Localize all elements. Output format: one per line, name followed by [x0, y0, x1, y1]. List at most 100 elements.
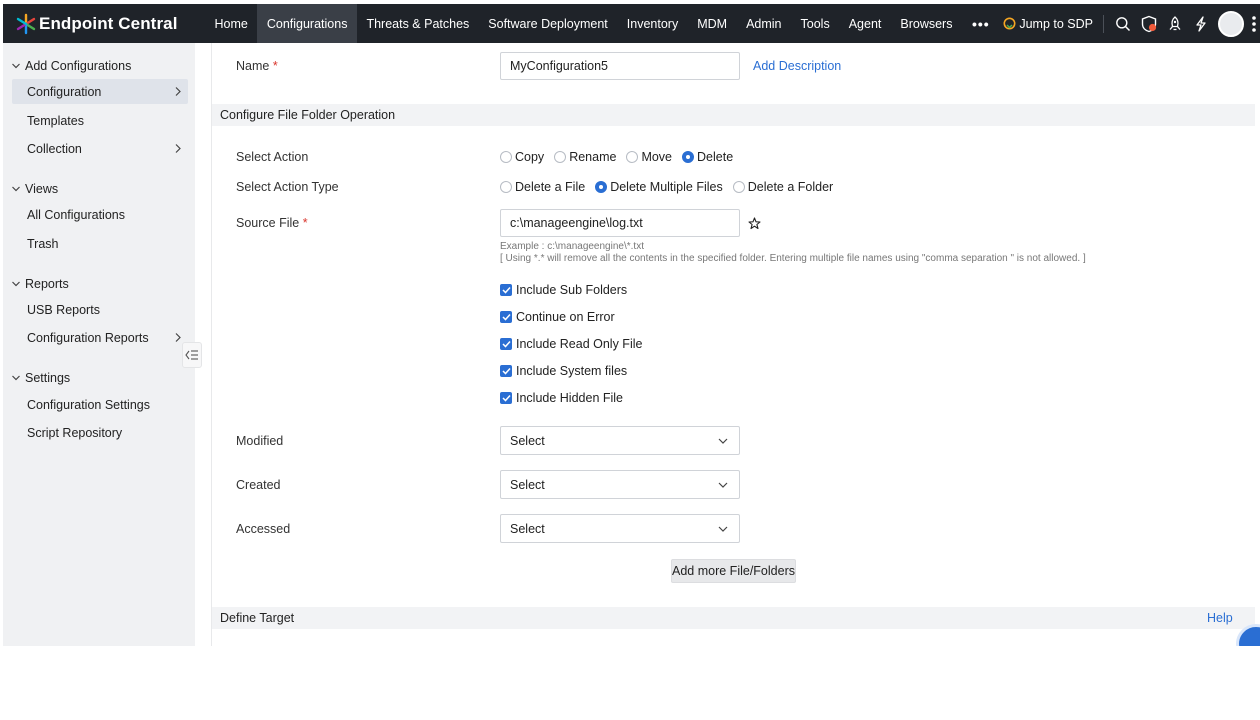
- chevron-down-icon: [12, 281, 20, 287]
- sidebar-section-add-configurations[interactable]: Add Configurations: [3, 59, 131, 73]
- nav-browsers[interactable]: Browsers: [891, 4, 962, 43]
- avatar[interactable]: [1218, 10, 1244, 37]
- sidebar-section-reports[interactable]: Reports: [3, 277, 69, 291]
- nav-agent[interactable]: Agent: [839, 4, 891, 43]
- radio-delete-multiple-files[interactable]: Delete Multiple Files: [595, 180, 723, 194]
- modified-select[interactable]: Select: [500, 426, 740, 455]
- radio-label: Delete: [697, 150, 734, 164]
- radio-delete-a-folder[interactable]: Delete a Folder: [732, 180, 834, 194]
- brand[interactable]: Endpoint Central: [3, 4, 203, 43]
- rocket-icon[interactable]: [1162, 4, 1188, 43]
- nav-home[interactable]: Home: [205, 4, 257, 43]
- configuration-name-input[interactable]: MyConfiguration5: [500, 52, 740, 80]
- sidebar-item-collection[interactable]: Collection: [12, 136, 188, 161]
- sidebar-item-configuration[interactable]: Configuration: [12, 79, 188, 104]
- radio-copy[interactable]: Copy: [500, 150, 544, 164]
- radio-label: Move: [641, 150, 673, 164]
- checkbox-continue-on-error[interactable]: Continue on Error: [500, 310, 615, 324]
- accessed-select[interactable]: Select: [500, 514, 740, 543]
- chevron-right-icon: [175, 87, 181, 96]
- star-icon[interactable]: [748, 217, 761, 230]
- chevron-down-icon: [12, 375, 20, 381]
- sidebar-item-all-configurations[interactable]: All Configurations: [12, 202, 188, 227]
- nav-threats-patches[interactable]: Threats & Patches: [357, 4, 479, 43]
- checkbox-checked-icon: [500, 284, 512, 296]
- sidebar-item-label: Trash: [27, 236, 59, 251]
- radio-delete[interactable]: Delete: [682, 150, 733, 164]
- sidebar-item-configuration-reports[interactable]: Configuration Reports: [12, 325, 188, 350]
- checkbox-label: Include Hidden File: [516, 391, 624, 405]
- main-nav: Home Configurations Threats & Patches So…: [205, 4, 1000, 43]
- radio-rename[interactable]: Rename: [554, 150, 616, 164]
- nav-mdm[interactable]: MDM: [688, 4, 737, 43]
- checkbox-label: Include Sub Folders: [516, 283, 628, 297]
- sidebar-item-label: Collection: [27, 141, 82, 156]
- sidebar-section-views[interactable]: Views: [3, 182, 58, 196]
- section-define-target: Define Target: [212, 607, 1255, 629]
- required-mark: *: [302, 216, 308, 230]
- section-title: Settings: [25, 371, 71, 385]
- radio-delete-a-file[interactable]: Delete a File: [500, 180, 585, 194]
- select-value: Select: [510, 433, 545, 448]
- chevron-down-icon: [12, 186, 20, 192]
- source-file-label: Source File *: [236, 216, 308, 230]
- source-file-note-hint: [ Using *.* will remove all the contents…: [500, 253, 1086, 264]
- checkbox-include-read-only-file[interactable]: Include Read Only File: [500, 337, 642, 351]
- add-more-file-folders-button[interactable]: Add more File/Folders: [671, 559, 796, 583]
- nav-tools[interactable]: Tools: [791, 4, 839, 43]
- radio-move[interactable]: Move: [626, 150, 672, 164]
- radio-dot: [732, 181, 745, 193]
- name-label: Name *: [236, 59, 278, 73]
- sidebar-item-configuration-settings[interactable]: Configuration Settings: [12, 392, 188, 417]
- add-description-link[interactable]: Add Description: [753, 59, 841, 73]
- sidebar-section-settings[interactable]: Settings: [3, 371, 70, 385]
- radio-dot: [500, 181, 512, 193]
- sidebar-item-script-repository[interactable]: Script Repository: [12, 420, 188, 445]
- help-link[interactable]: Help: [1207, 611, 1233, 625]
- top-navigation-bar: Endpoint Central Home Configurations Thr…: [3, 4, 1260, 43]
- section-title: Add Configurations: [25, 59, 132, 73]
- chevron-right-icon: [175, 144, 181, 153]
- radio-dot: [554, 151, 567, 163]
- checkbox-checked-icon: [500, 392, 512, 404]
- checkbox-label: Include Read Only File: [516, 337, 643, 351]
- checkbox-include-hidden-file[interactable]: Include Hidden File: [500, 391, 623, 405]
- search-icon[interactable]: [1110, 4, 1136, 43]
- checkbox-label: Continue on Error: [516, 310, 615, 324]
- source-file-input[interactable]: c:\manageengine\log.txt: [500, 209, 740, 237]
- lightning-icon[interactable]: [1188, 4, 1214, 43]
- created-select[interactable]: Select: [500, 470, 740, 499]
- nav-software-deployment[interactable]: Software Deployment: [479, 4, 618, 43]
- nav-inventory[interactable]: Inventory: [617, 4, 687, 43]
- checkbox-include-sub-folders[interactable]: Include Sub Folders: [500, 283, 627, 297]
- sidebar-item-trash[interactable]: Trash: [12, 231, 188, 256]
- radio-dot: [682, 151, 695, 163]
- sidebar-item-usb-reports[interactable]: USB Reports: [12, 297, 188, 322]
- app-grid-icon[interactable]: [1248, 4, 1260, 43]
- nav-more-icon[interactable]: •••: [962, 4, 1000, 43]
- created-label: Created: [236, 478, 281, 492]
- checkbox-label: Include System files: [516, 364, 628, 378]
- jump-to-sdp[interactable]: Jump to SDP: [1003, 14, 1104, 33]
- select-action-type-label: Select Action Type: [236, 180, 339, 194]
- modified-label: Modified: [236, 434, 284, 448]
- select-value: Select: [510, 477, 545, 492]
- select-action-label: Select Action: [236, 150, 309, 164]
- nav-admin[interactable]: Admin: [737, 4, 791, 43]
- sidebar-item-label: Configuration Reports: [27, 330, 149, 345]
- sidebar-item-templates[interactable]: Templates: [12, 108, 188, 133]
- checkbox-include-system-files[interactable]: Include System files: [500, 364, 627, 378]
- checkbox-checked-icon: [500, 338, 512, 350]
- bug-shield-icon[interactable]: [1136, 4, 1162, 43]
- sidebar: Add Configurations Configuration Templat…: [3, 43, 195, 646]
- chevron-down-icon: [718, 438, 728, 444]
- collapse-sidebar-icon[interactable]: [182, 342, 202, 368]
- sidebar-item-label: All Configurations: [27, 207, 125, 222]
- nav-configurations[interactable]: Configurations: [257, 4, 357, 43]
- sidebar-item-label: USB Reports: [27, 302, 100, 317]
- sidebar-item-label: Script Repository: [27, 425, 123, 440]
- radio-label: Delete a Folder: [747, 180, 834, 194]
- select-value: Select: [510, 521, 545, 536]
- chevron-down-icon: [718, 526, 728, 532]
- jump-icon: [1003, 17, 1016, 30]
